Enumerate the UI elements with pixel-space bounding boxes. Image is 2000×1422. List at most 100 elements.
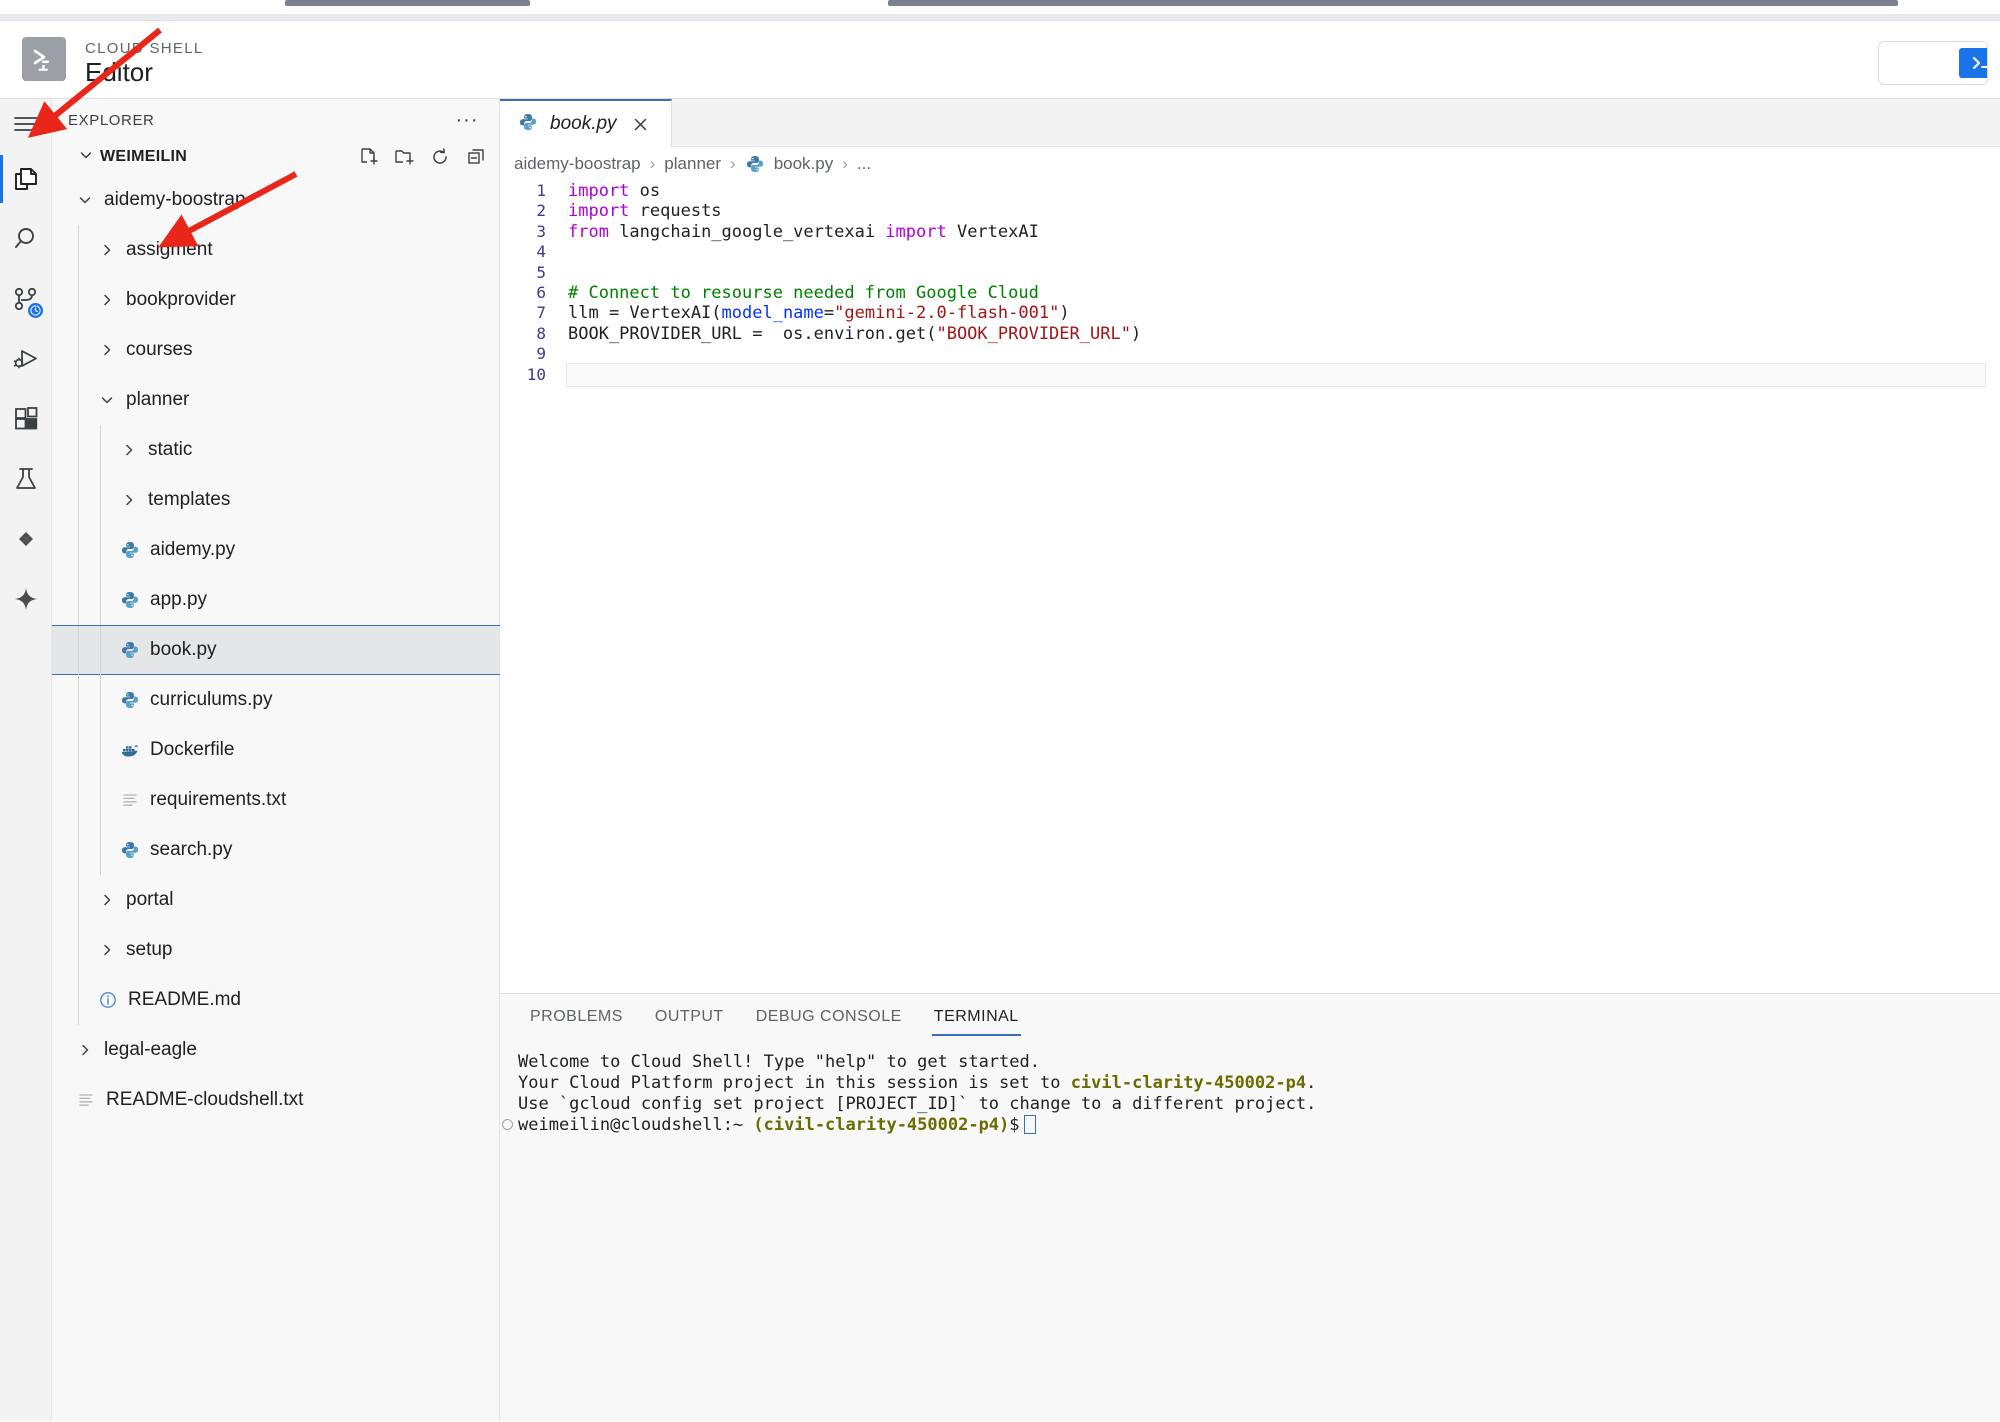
breadcrumb-item[interactable]: aidemy-boostrap bbox=[514, 154, 641, 174]
tree-file-search-py[interactable]: search.py bbox=[52, 825, 500, 875]
breadcrumb-item[interactable]: planner bbox=[664, 154, 721, 174]
tree-folder-aidemy-boostrap[interactable]: aidemy-boostrap bbox=[52, 175, 500, 225]
tree-folder-templates[interactable]: templates bbox=[52, 475, 500, 525]
tree-folder-legal-eagle[interactable]: legal-eagle bbox=[52, 1025, 500, 1075]
terminal-prompt-line[interactable]: weimeilin@cloudshell:~ (civil-clarity-45… bbox=[502, 1115, 2000, 1136]
code-token: ) bbox=[1130, 323, 1142, 344]
code-editor[interactable]: 1 import os 2 import requests 3 from langchai… bbox=[500, 181, 2000, 993]
terminal-text: . bbox=[1306, 1073, 1317, 1093]
tree-folder-portal[interactable]: portal bbox=[52, 875, 500, 925]
tree-file-readme-cloudshell-txt[interactable]: README-cloudshell.txt bbox=[52, 1075, 500, 1125]
app-header: CLOUD SHELL Editor bbox=[0, 21, 2000, 99]
markdown-info-icon bbox=[96, 990, 120, 1010]
tree-folder-courses[interactable]: courses bbox=[52, 325, 500, 375]
tree-folder-planner[interactable]: planner bbox=[52, 375, 500, 425]
close-icon[interactable] bbox=[629, 112, 653, 136]
tree-item-label: book.py bbox=[150, 639, 217, 660]
line-number: 4 bbox=[536, 242, 546, 262]
code-line[interactable]: 1 import os bbox=[500, 181, 2000, 201]
extensions-icon[interactable] bbox=[0, 389, 52, 449]
chevron-down-icon[interactable] bbox=[74, 192, 96, 208]
chevron-right-icon[interactable] bbox=[118, 442, 140, 458]
tree-indent-guide bbox=[78, 325, 79, 375]
product-name: CLOUD SHELL bbox=[85, 40, 204, 57]
code-line[interactable]: 10 bbox=[500, 362, 2000, 387]
tree-item-label: static bbox=[148, 439, 193, 460]
panel-tab-terminal[interactable]: TERMINAL bbox=[918, 994, 1035, 1040]
tree-file-aidemy-py[interactable]: aidemy.py bbox=[52, 525, 500, 575]
code-line-text: BOOK_PROVIDER_URL = os.environ.get("BOOK… bbox=[568, 324, 1141, 344]
new-folder-icon[interactable] bbox=[393, 146, 415, 168]
tree-indent-guide bbox=[100, 425, 101, 475]
explorer-icon[interactable] bbox=[0, 149, 52, 209]
menu-icon[interactable] bbox=[0, 99, 52, 149]
run-and-debug-icon[interactable] bbox=[0, 329, 52, 389]
source-control-icon[interactable] bbox=[0, 269, 52, 329]
chevron-right-icon[interactable] bbox=[96, 892, 118, 908]
code-line[interactable]: 5 bbox=[500, 263, 2000, 283]
chevron-right-icon[interactable] bbox=[96, 342, 118, 358]
open-terminal-button[interactable] bbox=[1878, 41, 1988, 85]
panel-tab-problems[interactable]: PROBLEMS bbox=[514, 994, 639, 1040]
code-line-text: llm = VertexAI(model_name="gemini-2.0-fl… bbox=[568, 303, 1070, 323]
tree-file-app-py[interactable]: app.py bbox=[52, 575, 500, 625]
tree-file-book-py[interactable]: book.py bbox=[52, 625, 500, 676]
new-file-icon[interactable] bbox=[357, 146, 379, 168]
chevron-right-icon[interactable] bbox=[96, 242, 118, 258]
line-number: 9 bbox=[536, 344, 546, 364]
tree-item-label: requirements.txt bbox=[150, 789, 287, 810]
terminal-text: Welcome to Cloud Shell! Type "help" to g… bbox=[518, 1052, 1040, 1072]
code-line[interactable]: 9 bbox=[500, 344, 2000, 364]
browser-chrome-strip bbox=[0, 0, 2000, 24]
chrome-fragment-left bbox=[285, 0, 530, 6]
chevron-right-icon[interactable] bbox=[74, 1042, 96, 1058]
testing-icon[interactable] bbox=[0, 449, 52, 509]
code-line[interactable]: 7 llm = VertexAI(model_name="gemini-2.0-f… bbox=[500, 303, 2000, 323]
panel-tab-debug-console[interactable]: DEBUG CONSOLE bbox=[740, 994, 918, 1040]
tree-file-dockerfile[interactable]: Dockerfile bbox=[52, 725, 500, 775]
terminal-output[interactable]: Welcome to Cloud Shell! Type "help" to g… bbox=[500, 1040, 2000, 1422]
python-file-icon bbox=[118, 540, 142, 560]
tree-file-curriculums-py[interactable]: curriculums.py bbox=[52, 675, 500, 725]
tree-folder-setup[interactable]: setup bbox=[52, 925, 500, 975]
chevron-down-icon bbox=[78, 147, 94, 168]
chevron-down-icon[interactable] bbox=[96, 392, 118, 408]
refresh-icon[interactable] bbox=[429, 146, 451, 168]
tree-indent-guide bbox=[78, 425, 79, 475]
code-line-text: # Connect to resourse needed from Google… bbox=[568, 283, 1039, 303]
editor-region: book.py aidemy-boostrap › planner › book.py ›… bbox=[500, 99, 2000, 1421]
tree-file-readme-md[interactable]: README.md bbox=[52, 975, 500, 1025]
python-file-icon bbox=[118, 690, 142, 710]
line-number: 1 bbox=[536, 181, 546, 200]
tree-file-requirements-txt[interactable]: requirements.txt bbox=[52, 775, 500, 825]
tree-indent-guide bbox=[100, 775, 101, 825]
prompt-bullet-icon bbox=[502, 1119, 513, 1130]
open-terminal-icon bbox=[1959, 48, 1987, 78]
cloud-code-icon[interactable] bbox=[0, 509, 52, 569]
chevron-right-icon[interactable] bbox=[96, 292, 118, 308]
chevron-right-icon[interactable] bbox=[96, 942, 118, 958]
tree-folder-bookprovider[interactable]: bookprovider bbox=[52, 275, 500, 325]
terminal-sigil: $ bbox=[1009, 1115, 1020, 1135]
tree-item-label: templates bbox=[148, 489, 231, 510]
panel-tab-output[interactable]: OUTPUT bbox=[639, 994, 740, 1040]
text-file-icon bbox=[118, 790, 142, 810]
code-line[interactable]: 6 # Connect to resourse needed from Googl… bbox=[500, 283, 2000, 303]
breadcrumb-item[interactable]: ... bbox=[857, 154, 871, 174]
explorer-more-actions-icon[interactable]: ··· bbox=[452, 107, 482, 133]
breadcrumb-item[interactable]: book.py bbox=[774, 154, 834, 174]
terminal-text: Use `gcloud config set project [PROJECT_… bbox=[518, 1094, 1317, 1114]
tree-item-label: setup bbox=[126, 939, 173, 960]
collapse-all-icon[interactable] bbox=[465, 146, 487, 168]
code-line[interactable]: 3 from langchain_google_vertexai import V… bbox=[500, 222, 2000, 242]
tree-folder-assigment[interactable]: assigment bbox=[52, 225, 500, 275]
tree-folder-static[interactable]: static bbox=[52, 425, 500, 475]
tab-book-py[interactable]: book.py bbox=[500, 99, 672, 147]
chevron-right-icon[interactable] bbox=[118, 492, 140, 508]
code-token: llm = VertexAI( bbox=[568, 303, 722, 324]
code-line[interactable]: 4 bbox=[500, 242, 2000, 262]
gemini-icon[interactable] bbox=[0, 569, 52, 629]
code-line[interactable]: 2 import requests bbox=[500, 201, 2000, 221]
search-icon[interactable] bbox=[0, 209, 52, 269]
code-line[interactable]: 8 BOOK_PROVIDER_URL = os.environ.get("BOO… bbox=[500, 324, 2000, 344]
